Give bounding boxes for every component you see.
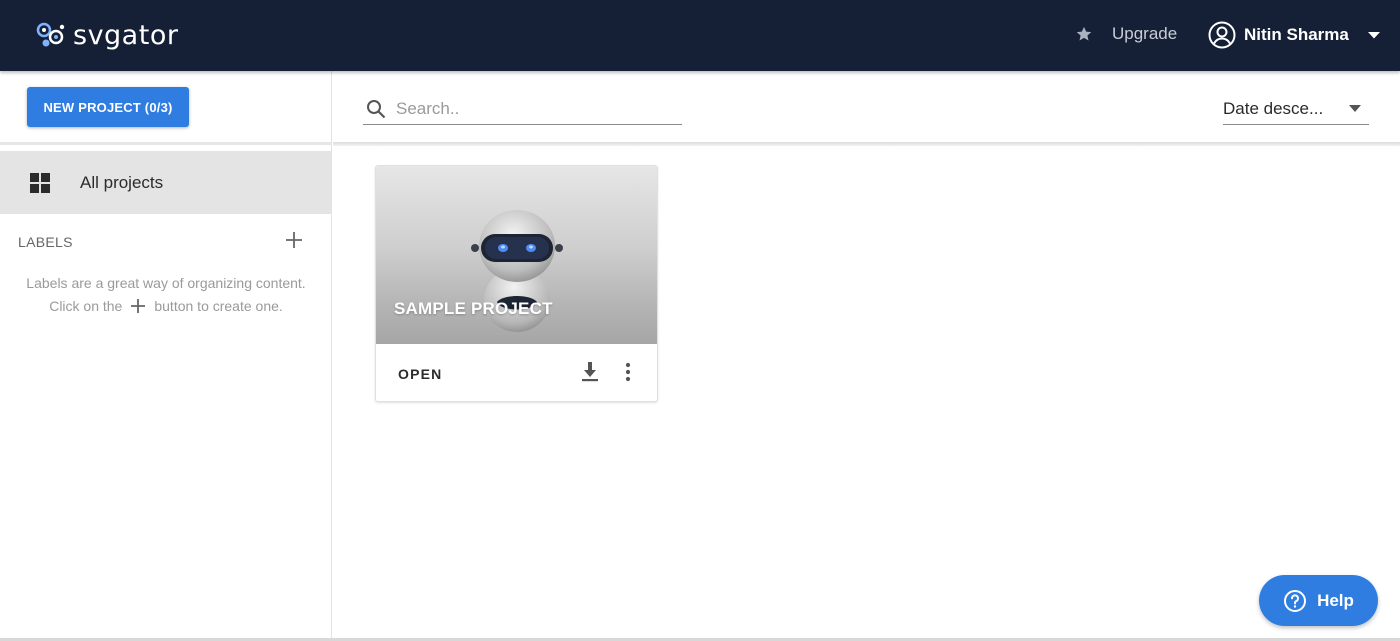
labels-heading: LABELS xyxy=(18,234,73,250)
download-icon[interactable] xyxy=(580,361,600,383)
top-bar: svgator Upgrade Nitin Sharma xyxy=(0,0,1400,71)
chevron-down-icon xyxy=(1367,32,1380,39)
more-vertical-icon[interactable] xyxy=(620,361,636,383)
sidebar: NEW PROJECT (0/3) All projects LABELS La… xyxy=(0,71,332,641)
svgator-logo-icon xyxy=(36,22,65,46)
labels-help-line1: Labels are a great way of organizing con… xyxy=(26,275,306,291)
sidebar-divider xyxy=(0,142,332,145)
upgrade-link[interactable]: Upgrade xyxy=(1074,24,1177,44)
account-circle-icon xyxy=(1208,21,1236,49)
svgator-logo[interactable]: svgator xyxy=(35,20,178,51)
sidebar-item-label: All projects xyxy=(80,172,164,192)
project-card: SAMPLE PROJECT OPEN xyxy=(375,165,658,402)
grid-icon xyxy=(30,172,50,193)
toolbar-divider xyxy=(333,142,1400,146)
project-title: SAMPLE PROJECT xyxy=(394,299,553,318)
plus-icon xyxy=(131,299,146,313)
new-project-button[interactable]: NEW PROJECT (0/3) xyxy=(27,87,189,127)
add-label-icon[interactable] xyxy=(285,231,303,249)
upgrade-label: Upgrade xyxy=(1112,24,1178,43)
open-project-button[interactable]: OPEN xyxy=(398,366,442,382)
labels-help-after: button to create one. xyxy=(154,298,283,314)
search-icon xyxy=(367,99,386,118)
labels-help-line2: Click on the button to create one. xyxy=(0,295,332,318)
user-name: Nitin Sharma xyxy=(1244,25,1349,44)
labels-help-text: Labels are a great way of organizing con… xyxy=(0,272,332,318)
project-thumbnail[interactable]: SAMPLE PROJECT xyxy=(376,166,657,344)
labels-help-before: Click on the xyxy=(49,298,123,314)
help-circle-icon xyxy=(1284,589,1307,612)
logo-text: svgator xyxy=(73,20,179,51)
help-button[interactable]: Help xyxy=(1259,575,1378,626)
help-label: Help xyxy=(1317,590,1354,610)
main-toolbar: Date desce... xyxy=(333,71,1400,142)
search-box[interactable] xyxy=(363,93,682,125)
sort-selected-value: Date desce... xyxy=(1223,98,1324,118)
card-actions: OPEN xyxy=(376,344,657,401)
star-icon xyxy=(1076,26,1092,41)
user-menu[interactable]: Nitin Sharma xyxy=(1208,21,1381,49)
search-input[interactable] xyxy=(396,98,666,119)
sidebar-item-all-projects[interactable]: All projects xyxy=(0,151,332,214)
sort-select[interactable]: Date desce... xyxy=(1223,93,1369,125)
chevron-down-icon xyxy=(1349,105,1361,112)
